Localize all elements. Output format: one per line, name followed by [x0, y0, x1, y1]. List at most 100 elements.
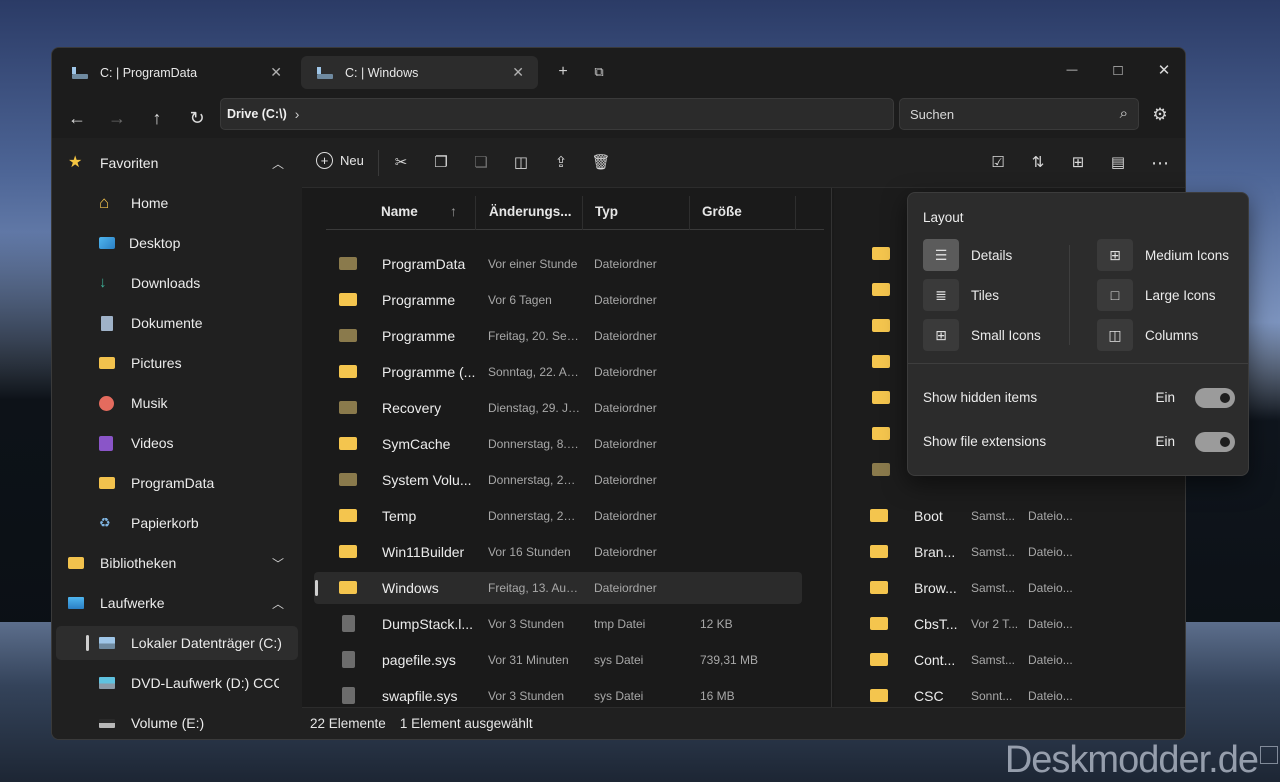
file-row[interactable]: ProgramData Vor einer Stunde Dateiordner: [314, 248, 802, 280]
sort-button[interactable]: ⇅: [1028, 153, 1048, 173]
close-window-button[interactable]: ✕: [1141, 54, 1185, 86]
sidebar-item-documents[interactable]: Dokumente: [56, 306, 298, 340]
folder-icon: [339, 509, 357, 522]
address-bar[interactable]: Drive (C:\) ›: [220, 98, 894, 130]
sidebar-item-home[interactable]: ⌂ Home: [56, 186, 298, 220]
sidebar-section-favorites[interactable]: ★ Favoriten ︿: [56, 146, 298, 180]
sidebar: ★ Favoriten ︿ ⌂ Home Desktop ↓ Downloads…: [52, 138, 302, 739]
setting-label: Show hidden items: [923, 390, 1038, 405]
column-name[interactable]: Name: [381, 204, 418, 219]
close-icon[interactable]: ✕: [512, 64, 524, 81]
column-divider[interactable]: [689, 196, 690, 230]
file-name: Temp: [382, 508, 417, 524]
sort-icon: ⇅: [1031, 154, 1045, 171]
file-row[interactable]: Programme Freitag, 20. Sept... Dateiordner: [314, 320, 802, 352]
up-button[interactable]: ↑: [145, 106, 169, 130]
layout-button[interactable]: ▤: [1108, 153, 1128, 173]
desktop-icon: [99, 237, 115, 249]
tab-windows[interactable]: C: | Windows ✕: [301, 56, 538, 89]
sidebar-item-drive-e[interactable]: Volume (E:): [56, 706, 298, 739]
sidebar-section-libraries[interactable]: Bibliotheken ﹀: [56, 546, 298, 580]
layout-option-medium-icons[interactable]: ⊞ Medium Icons: [1097, 239, 1229, 271]
column-modified[interactable]: Änderungs...: [489, 204, 572, 219]
file-row[interactable]: Bran... Samst... Dateio...: [862, 536, 1122, 568]
duplicate-tab-button[interactable]: ⧉: [591, 64, 607, 80]
folder-icon[interactable]: [872, 247, 890, 260]
file-row[interactable]: Brow... Samst... Dateio...: [862, 572, 1122, 604]
sidebar-item-downloads[interactable]: ↓ Downloads: [56, 266, 298, 300]
folder-icon[interactable]: [872, 283, 890, 296]
chevron-down-icon[interactable]: ﹀: [272, 555, 284, 572]
layout-option-details[interactable]: ☰ Details: [923, 239, 1012, 271]
column-divider[interactable]: [475, 196, 476, 230]
folder-icon[interactable]: [872, 355, 890, 368]
forward-button[interactable]: →: [105, 106, 129, 130]
folder-icon[interactable]: [872, 391, 890, 404]
cut-button[interactable]: ✂: [391, 153, 411, 173]
sidebar-item-desktop[interactable]: Desktop: [56, 226, 298, 260]
file-row[interactable]: DumpStack.l... Vor 3 Stunden tmp Datei 12 K…: [314, 608, 802, 640]
layout-option-tiles[interactable]: ≣ Tiles: [923, 279, 999, 311]
column-size[interactable]: Größe: [702, 204, 742, 219]
minimize-button[interactable]: —: [1049, 54, 1095, 86]
file-row[interactable]: pagefile.sys Vor 31 Minuten sys Datei 739,3…: [314, 644, 802, 676]
more-options-button[interactable]: ⋯: [1150, 153, 1170, 173]
file-row[interactable]: Programme (... Sonntag, 22. Au... Dateiord…: [314, 356, 802, 388]
sidebar-item-drive-c[interactable]: Lokaler Datenträger (C:): [56, 626, 298, 660]
select-button[interactable]: ☑: [988, 153, 1008, 173]
layout-option-columns[interactable]: ◫ Columns: [1097, 319, 1198, 351]
column-divider[interactable]: [795, 196, 796, 230]
rename-button[interactable]: ◫: [511, 153, 531, 173]
layout-option-small-icons[interactable]: ⊞ Small Icons: [923, 319, 1041, 351]
column-type[interactable]: Typ: [595, 204, 618, 219]
file-row[interactable]: swapfile.sys Vor 3 Stunden sys Datei 16 MB: [314, 680, 802, 707]
layout-option-large-icons[interactable]: □ Large Icons: [1097, 279, 1216, 311]
hidden-items-toggle[interactable]: [1195, 388, 1235, 408]
file-row[interactable]: Windows Freitag, 13. Aug... Dateiordner: [314, 572, 802, 604]
chevron-right-icon[interactable]: ›: [295, 106, 300, 122]
settings-button[interactable]: ⚙: [1149, 104, 1171, 126]
copy-button[interactable]: ❐: [431, 153, 451, 173]
file-row[interactable]: CSC Sonnt... Dateio...: [862, 680, 1122, 707]
folder-icon[interactable]: [872, 463, 890, 476]
folder-icon[interactable]: [872, 427, 890, 440]
grid-icon: ⊞: [923, 319, 959, 351]
file-row[interactable]: Win11Builder Vor 16 Stunden Dateiordner: [314, 536, 802, 568]
file-name: Programme: [382, 328, 456, 344]
search-input[interactable]: Suchen ⌕: [899, 98, 1139, 130]
new-button[interactable]: + Neu: [316, 152, 364, 169]
file-row[interactable]: Boot Samst... Dateio...: [862, 500, 1122, 532]
refresh-button[interactable]: ↻: [185, 106, 209, 130]
chevron-up-icon[interactable]: ︿: [272, 155, 284, 172]
delete-button[interactable]: 🗑: [591, 153, 611, 173]
new-tab-button[interactable]: +: [555, 64, 571, 80]
file-row[interactable]: System Volu... Donnerstag, 25.... Dateiord…: [314, 464, 802, 496]
share-button[interactable]: ⇪: [551, 153, 571, 173]
chevron-up-icon[interactable]: ︿: [272, 595, 284, 612]
breadcrumb-drive[interactable]: Drive (C:\): [227, 107, 287, 121]
file-row[interactable]: Programme Vor 6 Tagen Dateiordner: [314, 284, 802, 316]
paste-button[interactable]: ❏: [471, 153, 491, 173]
sidebar-item-videos[interactable]: Videos: [56, 426, 298, 460]
file-row[interactable]: Cont... Samst... Dateio...: [862, 644, 1122, 676]
maximize-button[interactable]: □: [1095, 54, 1141, 86]
back-button[interactable]: ←: [65, 106, 89, 130]
sidebar-item-pictures[interactable]: Pictures: [56, 346, 298, 380]
folder-icon: [339, 437, 357, 450]
group-button[interactable]: ⊞: [1068, 153, 1088, 173]
file-row[interactable]: CbsT... Vor 2 T... Dateio...: [862, 608, 1122, 640]
tab-programdata[interactable]: C: | ProgramData ✕: [56, 56, 296, 89]
file-extensions-toggle[interactable]: [1195, 432, 1235, 452]
folder-icon[interactable]: [872, 319, 890, 332]
sidebar-item-music[interactable]: Musik: [56, 386, 298, 420]
sidebar-item-programdata[interactable]: ProgramData: [56, 466, 298, 500]
file-row[interactable]: Recovery Dienstag, 29. Ju... Dateiordner: [314, 392, 802, 424]
sidebar-item-drive-d[interactable]: DVD-Laufwerk (D:) CCCC: [56, 666, 298, 700]
sidebar-section-drives[interactable]: Laufwerke ︿: [56, 586, 298, 620]
file-row[interactable]: Temp Donnerstag, 25.... Dateiordner: [314, 500, 802, 532]
file-row[interactable]: SymCache Donnerstag, 8. J... Dateiordner: [314, 428, 802, 460]
close-icon[interactable]: ✕: [270, 64, 282, 81]
column-divider[interactable]: [582, 196, 583, 230]
search-icon[interactable]: ⌕: [1120, 105, 1128, 122]
sidebar-item-recycle-bin[interactable]: ♻ Papierkorb: [56, 506, 298, 540]
